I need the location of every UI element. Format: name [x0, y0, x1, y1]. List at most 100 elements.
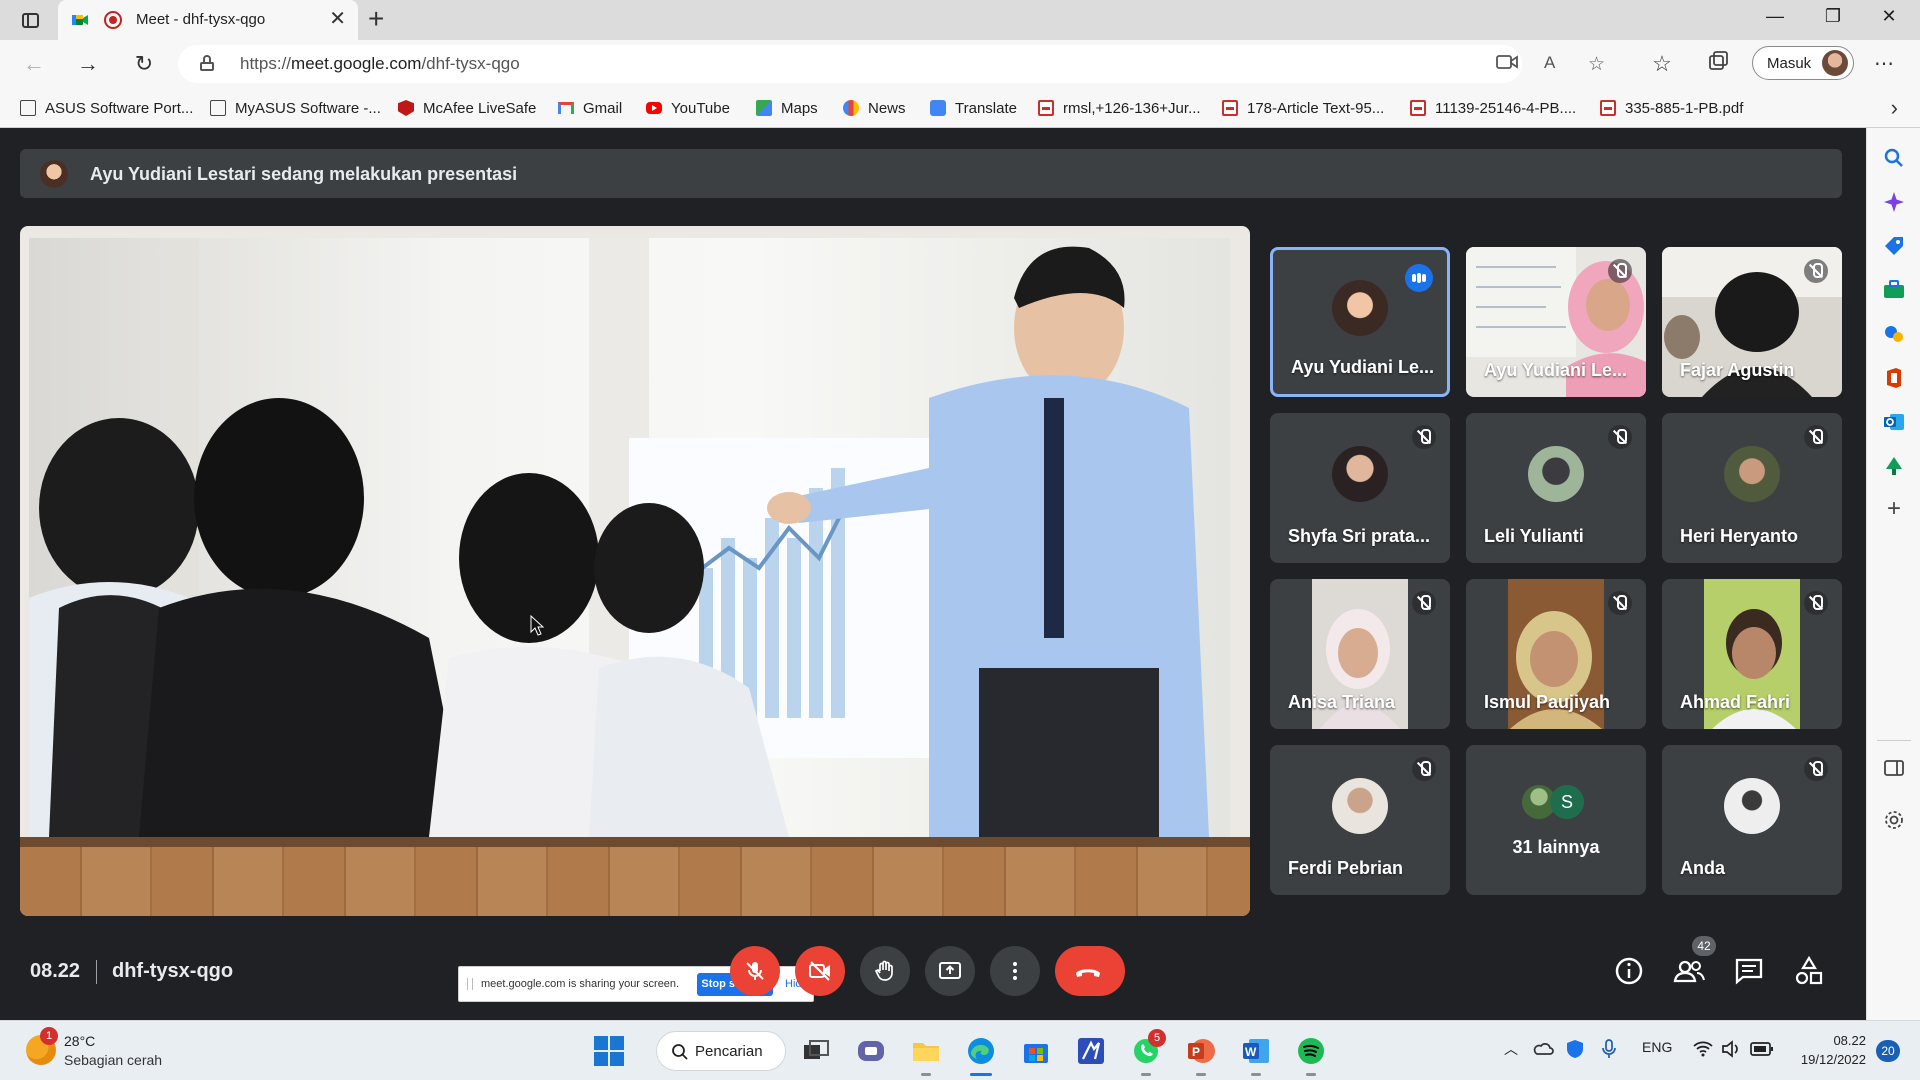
leave-call-button[interactable] — [1055, 946, 1125, 996]
address-bar-row: ← → ↻ https://meet.google.com/dhf-tysx-q… — [0, 40, 1920, 88]
bookmark-item[interactable]: McAfee LiveSafe — [398, 96, 536, 120]
search-icon[interactable] — [1882, 146, 1906, 170]
hide-sidebar-icon[interactable] — [1882, 756, 1906, 780]
close-tab-icon[interactable]: ✕ — [329, 9, 346, 29]
participant-tile[interactable]: Leli Yulianti — [1466, 413, 1646, 563]
copilot-sparkle-icon[interactable] — [1882, 190, 1906, 214]
spotify-icon[interactable] — [1295, 1035, 1327, 1067]
onedrive-cloud-icon[interactable] — [1532, 1039, 1554, 1059]
more-options-button[interactable] — [990, 946, 1040, 996]
outlook-icon[interactable] — [1882, 410, 1906, 434]
meeting-details-button[interactable] — [1610, 952, 1648, 990]
lock-icon[interactable] — [200, 55, 214, 71]
forward-icon[interactable]: → — [74, 50, 102, 78]
presenting-banner: Ayu Yudiani Lestari sedang melakukan pre… — [20, 149, 1842, 198]
shopping-tag-icon[interactable] — [1882, 234, 1906, 258]
games-icon[interactable] — [1882, 322, 1906, 346]
chat-button[interactable] — [1730, 952, 1768, 990]
tools-briefcase-icon[interactable] — [1882, 278, 1906, 302]
bookmark-label: YouTube — [671, 99, 730, 117]
start-button[interactable] — [594, 1036, 624, 1066]
people-icon — [1673, 960, 1705, 983]
reload-icon[interactable]: ↻ — [130, 50, 158, 78]
weather-description[interactable]: Sebagian cerah — [64, 1052, 162, 1068]
url-field[interactable]: https://meet.google.com/dhf-tysx-qgo A ☆ — [178, 45, 1605, 83]
drag-handle-icon[interactable] — [467, 978, 473, 990]
bookmark-item[interactable]: 11139-25146-4-PB.... — [1410, 96, 1576, 120]
input-language[interactable]: ENG — [1642, 1039, 1672, 1055]
weather-temperature[interactable]: 28°C — [64, 1033, 95, 1049]
volume-icon[interactable] — [1720, 1039, 1742, 1059]
bookmark-label: News — [868, 99, 906, 117]
bookmark-item[interactable]: Translate — [930, 96, 1017, 120]
tab-actions-icon[interactable] — [18, 8, 42, 32]
system-time[interactable]: 08.22 — [1794, 1033, 1866, 1048]
powerpoint-icon[interactable]: P — [1185, 1035, 1217, 1067]
favorites-icon[interactable]: ☆ — [1648, 50, 1676, 78]
bookmark-item[interactable]: YouTube — [646, 96, 730, 120]
activities-button[interactable] — [1790, 952, 1828, 990]
read-aloud-icon[interactable]: A — [1544, 53, 1555, 73]
participant-tile[interactable]: Ahmad Fahri — [1662, 579, 1842, 729]
participant-tile[interactable]: Ismul Paujiyah — [1466, 579, 1646, 729]
show-hidden-icons-chevron-icon[interactable]: ︿ — [1504, 1039, 1518, 1059]
word-icon[interactable]: W — [1240, 1035, 1272, 1067]
microsoft-store-icon[interactable] — [1020, 1035, 1052, 1067]
bookmark-item[interactable]: Maps — [756, 96, 818, 120]
participant-tile[interactable]: Anisa Triana — [1270, 579, 1450, 729]
back-icon[interactable]: ← — [20, 50, 48, 78]
participant-tile[interactable]: Ayu Yudiani Le... — [1270, 247, 1450, 397]
others-tile[interactable]: S 31 lainnya — [1466, 745, 1646, 895]
participant-name: Ahmad Fahri — [1680, 692, 1791, 712]
participant-tile[interactable]: Ayu Yudiani Le... — [1466, 247, 1646, 397]
people-button[interactable] — [1670, 952, 1708, 990]
participant-tile[interactable]: Ferdi Pebrian — [1270, 745, 1450, 895]
drop-tree-icon[interactable] — [1882, 454, 1906, 478]
participant-tile[interactable]: Fajar Agustin — [1662, 247, 1842, 397]
mic-off-icon — [1412, 425, 1436, 449]
office-icon[interactable] — [1882, 366, 1906, 390]
bookmark-item[interactable]: News — [843, 96, 906, 120]
teams-chat-icon[interactable] — [855, 1035, 887, 1067]
security-shield-icon[interactable] — [1564, 1038, 1586, 1060]
profile-button[interactable]: Masuk — [1752, 46, 1854, 80]
add-favorite-icon[interactable]: ☆ — [1588, 53, 1605, 76]
add-sidebar-app-icon[interactable]: + — [1882, 497, 1906, 522]
edge-browser-icon[interactable] — [965, 1035, 997, 1067]
more-options-icon[interactable]: ⋯ — [1870, 50, 1898, 78]
restore-window-icon[interactable]: ❐ — [1810, 6, 1856, 27]
raise-hand-button[interactable] — [860, 946, 910, 996]
shared-screen-image — [29, 238, 1230, 837]
file-explorer-icon[interactable] — [910, 1035, 942, 1067]
participant-tile[interactable]: Heri Heryanto — [1662, 413, 1842, 563]
taskbar-search[interactable]: Pencarian — [656, 1031, 786, 1071]
bookmark-item[interactable]: Gmail — [558, 96, 622, 120]
minimize-window-icon[interactable]: — — [1752, 6, 1798, 27]
participant-tile[interactable]: Shyfa Sri prata... — [1270, 413, 1450, 563]
wifi-icon[interactable] — [1692, 1039, 1714, 1059]
present-now-button[interactable] — [925, 946, 975, 996]
new-tab-button[interactable]: + — [368, 4, 384, 34]
settings-gear-icon[interactable] — [1882, 808, 1906, 832]
microphone-toggle-button[interactable] — [730, 946, 780, 996]
more-bookmarks-chevron-icon[interactable]: › — [1891, 95, 1898, 121]
camera-toggle-button[interactable] — [795, 946, 845, 996]
bookmark-item[interactable]: MyASUS Software -... — [210, 96, 381, 120]
notification-center-badge[interactable]: 20 — [1876, 1040, 1900, 1062]
bookmark-item[interactable]: rmsl,+126-136+Jur... — [1038, 96, 1201, 120]
camera-in-use-icon[interactable] — [1496, 53, 1518, 77]
bookmark-item[interactable]: 335-885-1-PB.pdf — [1600, 96, 1743, 120]
bookmark-item[interactable]: ASUS Software Port... — [20, 96, 193, 120]
system-date[interactable]: 19/12/2022 — [1782, 1052, 1866, 1067]
camera-off-icon — [809, 961, 830, 981]
battery-icon[interactable] — [1750, 1041, 1774, 1057]
others-avatars: S — [1522, 785, 1592, 819]
microphone-tray-icon[interactable] — [1598, 1038, 1620, 1060]
task-view-icon[interactable] — [800, 1035, 832, 1067]
close-window-icon[interactable]: ✕ — [1866, 6, 1912, 27]
collections-icon[interactable] — [1704, 50, 1732, 78]
bookmark-item[interactable]: 178-Article Text-95... — [1222, 96, 1384, 120]
browser-tab-meet[interactable]: Meet - dhf-tysx-qgo ✕ — [58, 0, 358, 40]
myasus-icon[interactable] — [1075, 1035, 1107, 1067]
self-tile[interactable]: Anda — [1662, 745, 1842, 895]
